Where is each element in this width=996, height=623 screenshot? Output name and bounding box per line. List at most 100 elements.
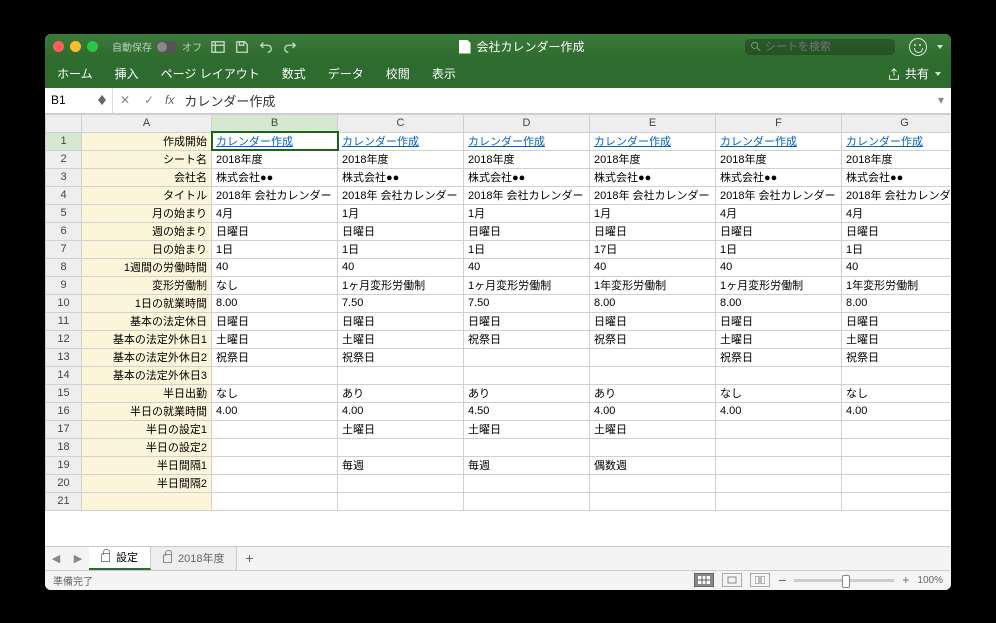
cell[interactable]: 日曜日 xyxy=(590,222,716,240)
view-grid-icon[interactable] xyxy=(210,39,226,55)
cell[interactable]: カレンダー作成 xyxy=(842,132,952,150)
cell[interactable]: 土曜日 xyxy=(842,330,952,348)
cell[interactable]: 40 xyxy=(842,258,952,276)
cell[interactable]: 1日 xyxy=(338,240,464,258)
row-header[interactable]: 4 xyxy=(46,186,82,204)
cell[interactable] xyxy=(590,474,716,492)
spreadsheet-grid[interactable]: ABCDEFG1作成開始カレンダー作成カレンダー作成カレンダー作成カレンダー作成… xyxy=(45,114,951,546)
row-header[interactable]: 9 xyxy=(46,276,82,294)
cell[interactable]: 日曜日 xyxy=(842,312,952,330)
cell[interactable]: 会社名 xyxy=(82,168,212,186)
row-header[interactable]: 6 xyxy=(46,222,82,240)
cancel-formula-button[interactable]: ✕ xyxy=(113,93,137,107)
cell[interactable]: 日曜日 xyxy=(338,312,464,330)
cell[interactable]: 日曜日 xyxy=(212,312,338,330)
zoom-out-button[interactable]: − xyxy=(778,572,786,588)
cell[interactable]: 2018年 会社カレンダー xyxy=(464,186,590,204)
tab-home[interactable]: ホーム xyxy=(55,61,95,86)
column-header[interactable]: B xyxy=(212,114,338,132)
name-box[interactable]: B1 xyxy=(45,88,113,113)
cell[interactable] xyxy=(842,366,952,384)
cell[interactable] xyxy=(464,474,590,492)
cell[interactable] xyxy=(590,366,716,384)
cell[interactable] xyxy=(590,438,716,456)
cell[interactable]: 半日出勤 xyxy=(82,384,212,402)
row-header[interactable]: 3 xyxy=(46,168,82,186)
cell[interactable]: 1日 xyxy=(716,240,842,258)
cell[interactable]: 日曜日 xyxy=(716,312,842,330)
cell[interactable]: 4.00 xyxy=(590,402,716,420)
tab-page-layout[interactable]: ページ レイアウト xyxy=(159,61,262,86)
cell[interactable]: 4月 xyxy=(716,204,842,222)
cell[interactable]: 祝祭日 xyxy=(716,348,842,366)
zoom-slider[interactable] xyxy=(794,579,894,582)
row-header[interactable]: 18 xyxy=(46,438,82,456)
autosave-toggle[interactable]: 自動保存 オフ xyxy=(112,39,202,54)
redo-icon[interactable] xyxy=(282,39,298,55)
cell[interactable]: 毎週 xyxy=(464,456,590,474)
cell[interactable]: 株式会社●● xyxy=(590,168,716,186)
cell[interactable] xyxy=(338,366,464,384)
cell[interactable]: 1日 xyxy=(842,240,952,258)
cell[interactable]: 祝祭日 xyxy=(590,330,716,348)
tab-view[interactable]: 表示 xyxy=(430,61,458,86)
cell[interactable] xyxy=(716,438,842,456)
search-box[interactable] xyxy=(745,39,895,55)
cell[interactable] xyxy=(338,438,464,456)
sheet-nav-prev[interactable]: ◀ xyxy=(45,552,67,565)
cell[interactable]: 1日 xyxy=(464,240,590,258)
cell[interactable]: シート名 xyxy=(82,150,212,168)
select-all-corner[interactable] xyxy=(46,114,82,132)
cell[interactable]: 4月 xyxy=(842,204,952,222)
row-header[interactable]: 5 xyxy=(46,204,82,222)
cell[interactable]: 17日 xyxy=(590,240,716,258)
cell[interactable]: 基本の法定休日 xyxy=(82,312,212,330)
row-header[interactable]: 15 xyxy=(46,384,82,402)
cell[interactable] xyxy=(842,492,952,510)
cell[interactable]: 毎週 xyxy=(338,456,464,474)
accept-formula-button[interactable]: ✓ xyxy=(137,93,161,107)
row-header[interactable]: 7 xyxy=(46,240,82,258)
save-icon[interactable] xyxy=(234,39,250,55)
cell[interactable]: 日曜日 xyxy=(842,222,952,240)
cell[interactable]: 4.00 xyxy=(338,402,464,420)
zoom-in-button[interactable]: + xyxy=(902,573,909,587)
tab-insert[interactable]: 挿入 xyxy=(113,61,141,86)
cell[interactable]: 1ヶ月変形労働制 xyxy=(338,276,464,294)
row-header[interactable]: 17 xyxy=(46,420,82,438)
cell[interactable]: 株式会社●● xyxy=(842,168,952,186)
name-box-stepper[interactable] xyxy=(98,95,106,105)
cell[interactable] xyxy=(590,348,716,366)
row-header[interactable]: 19 xyxy=(46,456,82,474)
cell[interactable]: 2018年度 xyxy=(212,150,338,168)
cell[interactable]: タイトル xyxy=(82,186,212,204)
cell[interactable]: 40 xyxy=(716,258,842,276)
cell[interactable]: 日曜日 xyxy=(716,222,842,240)
cell[interactable] xyxy=(212,438,338,456)
cell[interactable] xyxy=(842,456,952,474)
cell[interactable]: 週の始まり xyxy=(82,222,212,240)
cell[interactable]: 祝祭日 xyxy=(338,348,464,366)
cell[interactable]: 1月 xyxy=(338,204,464,222)
cell[interactable] xyxy=(716,492,842,510)
cell[interactable]: 8.00 xyxy=(842,294,952,312)
row-header[interactable]: 14 xyxy=(46,366,82,384)
cell[interactable] xyxy=(464,348,590,366)
cell[interactable]: 土曜日 xyxy=(716,330,842,348)
cell[interactable] xyxy=(716,366,842,384)
cell[interactable]: 半日の就業時間 xyxy=(82,402,212,420)
cell[interactable]: 日曜日 xyxy=(338,222,464,240)
row-header[interactable]: 8 xyxy=(46,258,82,276)
tab-formulas[interactable]: 数式 xyxy=(280,61,308,86)
cell[interactable]: 40 xyxy=(212,258,338,276)
cell[interactable]: 祝祭日 xyxy=(212,348,338,366)
row-header[interactable]: 2 xyxy=(46,150,82,168)
column-header[interactable]: F xyxy=(716,114,842,132)
cell[interactable]: 株式会社●● xyxy=(716,168,842,186)
row-header[interactable]: 20 xyxy=(46,474,82,492)
cell[interactable]: カレンダー作成 xyxy=(464,132,590,150)
cell[interactable]: 1ヶ月変形労働制 xyxy=(464,276,590,294)
cell[interactable]: 偶数週 xyxy=(590,456,716,474)
cell[interactable]: カレンダー作成 xyxy=(338,132,464,150)
cell[interactable]: あり xyxy=(338,384,464,402)
